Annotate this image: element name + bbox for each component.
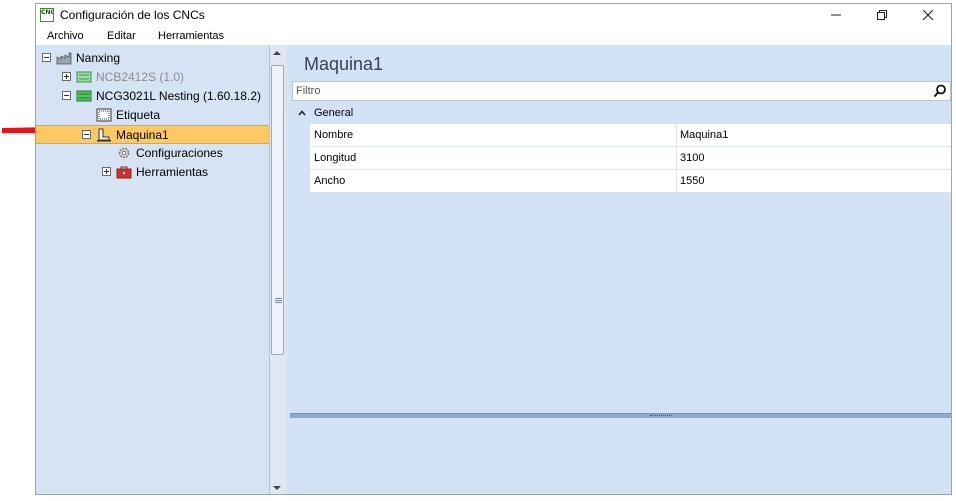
property-value[interactable]: Maquina1 — [680, 129, 728, 141]
minimize-icon — [831, 14, 841, 16]
menu-bar: Archivo Editar Herramientas — [36, 27, 951, 45]
tree-scrollbar[interactable] — [269, 45, 286, 494]
main-window: CNC Configuración de los CNCs Archivo Ed… — [35, 3, 952, 495]
property-value[interactable]: 3100 — [680, 152, 704, 164]
property-group-label: General — [314, 107, 354, 119]
scroll-up-icon[interactable] — [273, 51, 281, 55]
filter-input[interactable] — [296, 84, 896, 98]
app-icon: CNC — [40, 8, 54, 22]
toolbox-icon — [116, 166, 132, 179]
label-icon — [96, 108, 112, 122]
tree-node-label: Etiqueta — [116, 108, 161, 122]
property-name: Nombre — [314, 129, 354, 141]
menu-herramientas[interactable]: Herramientas — [158, 30, 224, 42]
page-title: Maquina1 — [304, 54, 384, 74]
cnc-machine-icon — [76, 90, 92, 102]
column-divider — [676, 147, 677, 169]
tree-node-label: NCG3021L Nesting (1.60.18.2) — [96, 89, 261, 103]
property-grid: General Nombre Maquina1 Longitud 3100 An… — [292, 104, 951, 193]
column-divider — [676, 170, 677, 192]
tree-node-label: Herramientas — [136, 165, 209, 179]
cnc-machine-icon — [76, 71, 92, 83]
tree-node-label: Maquina1 — [116, 128, 169, 142]
details-pane: Maquina1 General Nombre Maquina1 Longit — [290, 45, 951, 494]
collapse-toggle[interactable] — [42, 53, 51, 62]
chevron-up-icon[interactable] — [298, 109, 306, 117]
cnc-tree[interactable]: Nanxing NCB2412S (1.0) NCG3021L Nesting … — [36, 45, 270, 494]
close-icon — [923, 10, 933, 20]
tree-node-nanxing[interactable]: Nanxing — [36, 49, 269, 68]
collapse-toggle[interactable] — [82, 130, 91, 139]
tree-node-label: Configuraciones — [136, 146, 223, 160]
property-value[interactable]: 1550 — [680, 175, 704, 187]
description-pane — [290, 418, 951, 494]
property-row-ancho[interactable]: Ancho 1550 — [310, 170, 951, 193]
tree-node-label: NCB2412S (1.0) — [96, 70, 185, 84]
property-name: Longitud — [314, 152, 357, 164]
gear-icon — [118, 147, 130, 159]
property-row-longitud[interactable]: Longitud 3100 — [310, 147, 951, 170]
menu-archivo[interactable]: Archivo — [47, 30, 84, 42]
tree-node-ncb2412s[interactable]: NCB2412S (1.0) — [36, 68, 269, 87]
tree-node-label: Nanxing — [76, 51, 121, 65]
search-icon[interactable] — [933, 84, 947, 98]
tree-node-ncg3021l[interactable]: NCG3021L Nesting (1.60.18.2) — [36, 87, 269, 106]
expand-toggle[interactable] — [62, 72, 71, 81]
restore-icon — [877, 10, 887, 20]
scroll-down-icon[interactable] — [273, 486, 281, 490]
property-group-header[interactable]: General — [292, 104, 951, 124]
property-name: Ancho — [314, 175, 346, 187]
close-button[interactable] — [905, 4, 951, 26]
tree-node-herramientas[interactable]: Herramientas — [36, 163, 269, 182]
grip-icon — [275, 298, 282, 303]
filter-box[interactable] — [292, 81, 951, 101]
menu-editar[interactable]: Editar — [107, 30, 136, 42]
tree-node-configuraciones[interactable]: Configuraciones — [36, 144, 269, 163]
expand-toggle[interactable] — [102, 167, 111, 176]
tree-node-maquina1[interactable]: Maquina1 — [36, 125, 269, 144]
column-divider — [676, 124, 677, 146]
factory-icon — [56, 52, 72, 65]
machine-icon — [97, 128, 111, 142]
scroll-thumb[interactable] — [271, 65, 284, 355]
minimize-button[interactable] — [813, 4, 859, 26]
window-title: Configuración de los CNCs — [60, 8, 205, 22]
title-bar[interactable]: CNC Configuración de los CNCs — [36, 4, 951, 26]
collapse-toggle[interactable] — [62, 91, 71, 100]
restore-button[interactable] — [859, 4, 905, 26]
tree-node-etiqueta[interactable]: Etiqueta — [36, 106, 269, 125]
property-row-nombre[interactable]: Nombre Maquina1 — [310, 124, 951, 147]
